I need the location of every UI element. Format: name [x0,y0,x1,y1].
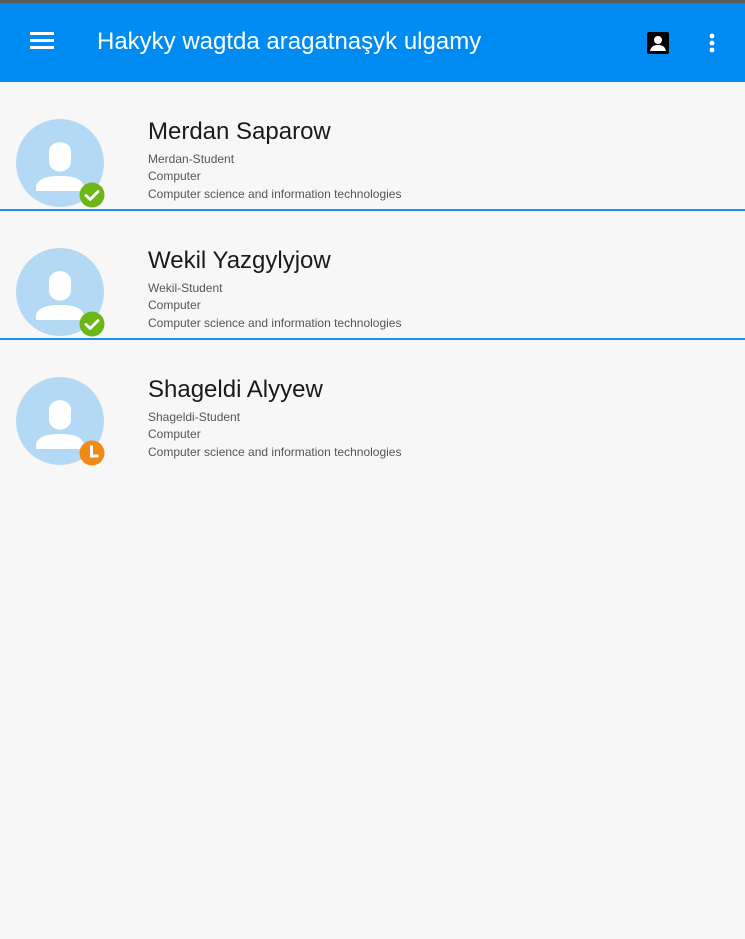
contact-department: Computer [148,427,201,441]
contact-list: Merdan Saparow Merdan-Student Computer C… [0,82,745,467]
away-status-icon [79,440,105,466]
contact-department: Computer [148,169,201,183]
menu-icon[interactable] [30,32,54,50]
contact-row[interactable]: Merdan Saparow Merdan-Student Computer C… [0,82,745,211]
contact-role: Shageldi-Student [148,410,241,424]
contact-row[interactable]: Shageldi Alyyew Shageldi-Student Compute… [0,340,745,467]
more-vert-icon[interactable] [700,31,724,55]
contact-role: Merdan-Student [148,152,235,166]
app-bar: Hakyky wagtda aragatnaşyk ulgamy [0,3,745,82]
contact-row[interactable]: Wekil Yazgylyjow Wekil-Student Computer … [0,211,745,340]
contact-faculty: Computer science and information technol… [148,187,402,201]
online-status-icon [79,182,105,208]
contact-faculty: Computer science and information technol… [148,316,402,330]
contact-name: Shageldi Alyyew [148,376,323,403]
contact-faculty: Computer science and information technol… [148,445,402,459]
contact-name: Merdan Saparow [148,118,331,145]
contact-role: Wekil-Student [148,281,223,295]
online-status-icon [79,311,105,337]
contact-name: Wekil Yazgylyjow [148,247,331,274]
contact-department: Computer [148,298,201,312]
contact-card-icon[interactable] [646,31,670,55]
app-title: Hakyky wagtda aragatnaşyk ulgamy [97,28,482,55]
